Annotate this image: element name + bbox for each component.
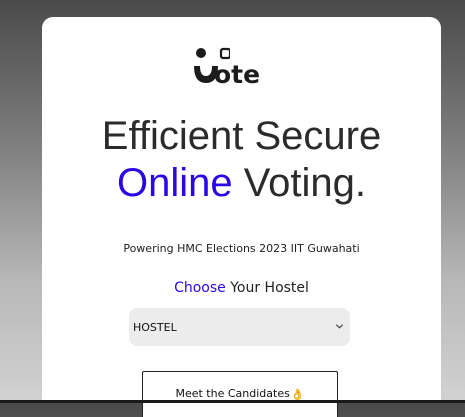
chevron-down-icon [335, 324, 344, 329]
headline-rest: Voting. [232, 161, 367, 205]
vote-logo: ote [42, 47, 441, 89]
choose-rest: Your Hostel [225, 280, 309, 296]
hostel-select-value: HOSTEL [133, 321, 177, 334]
main-card: ote Efficient Secure Online Voting. Powe… [42, 17, 441, 417]
hostel-select[interactable]: HOSTEL [129, 308, 350, 346]
tagline: Powering HMC Elections 2023 IIT Guwahati [123, 242, 360, 255]
logo-text: ote [214, 60, 261, 89]
choose-hostel-label: Choose Your Hostel [42, 278, 441, 298]
meet-candidates-label: Meet the Candidates [175, 387, 290, 400]
choose-accent: Choose [174, 280, 226, 296]
headline-line-1: Efficient Secure [101, 114, 382, 158]
headline-accent-word: Online [116, 161, 233, 205]
headline-line-2: Online Voting. [42, 160, 441, 206]
meet-candidates-button[interactable]: Meet the Candidates👌 [142, 371, 338, 417]
